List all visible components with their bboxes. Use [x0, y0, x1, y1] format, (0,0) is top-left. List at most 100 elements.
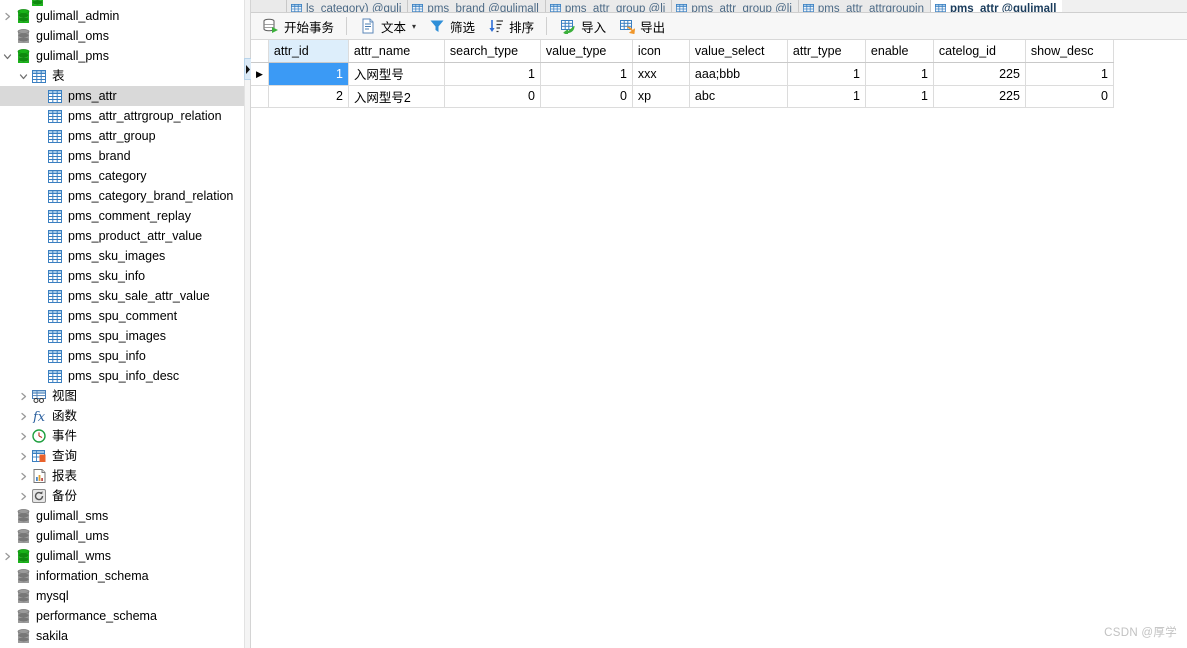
tree-item-performance_schema[interactable]: performance_schema: [0, 606, 244, 626]
tree-item-information_schema[interactable]: information_schema: [0, 566, 244, 586]
editor-tab-strip[interactable]: ls_category) @guli pms_brand @gulimall pms…: [251, 0, 1187, 13]
cell-show_desc[interactable]: 0: [1025, 85, 1114, 108]
tree-item-pms_sku_info[interactable]: pms_sku_info: [0, 266, 244, 286]
text-button[interactable]: 文本 ▾: [353, 14, 422, 38]
cell-value_select[interactable]: abc: [689, 85, 788, 108]
tree-item-视图[interactable]: 视图: [0, 386, 244, 406]
column-header-enable[interactable]: enable: [865, 40, 934, 63]
chevron-down-icon[interactable]: [16, 72, 30, 81]
import-button[interactable]: 导入: [553, 14, 612, 38]
tree-item-gulimall_sms[interactable]: gulimall_sms: [0, 506, 244, 526]
filter-button[interactable]: 筛选: [422, 14, 481, 38]
chevron-right-icon[interactable]: [16, 432, 30, 441]
chevron-right-icon[interactable]: [16, 392, 30, 401]
tab-overflow-control[interactable]: [251, 0, 287, 12]
tab-ls_category-guli[interactable]: ls_category) @guli: [287, 0, 409, 12]
tree-item-pms_spu_info[interactable]: pms_spu_info: [0, 346, 244, 366]
row-indicator[interactable]: ▶: [251, 62, 269, 86]
database-navigation-tree[interactable]: gulimall_admin gulimall_oms gulimall_pms 表 p…: [0, 0, 244, 648]
column-header-attr_name[interactable]: attr_name: [348, 40, 445, 63]
chevron-down-icon[interactable]: ▾: [412, 22, 416, 31]
tree-item-pms_spu_images[interactable]: pms_spu_images: [0, 326, 244, 346]
column-header-value_select[interactable]: value_select: [689, 40, 788, 63]
chevron-right-icon[interactable]: [16, 472, 30, 481]
tree-item-表[interactable]: 表: [0, 66, 244, 86]
cell-catelog_id[interactable]: 225: [933, 85, 1026, 108]
tree-item-label: mysql: [36, 589, 69, 603]
tab-pms_attr_attrgroupin[interactable]: pms_attr_attrgroupin: [798, 0, 931, 12]
chevron-down-icon[interactable]: [0, 52, 14, 61]
tab-pms_attr-gulimall[interactable]: pms_attr @gulimall: [931, 0, 1063, 12]
tab-pms_attr_group-li[interactable]: pms_attr_group @li: [545, 0, 673, 12]
tree-item-pms_attr[interactable]: pms_attr: [0, 86, 244, 106]
chevron-right-icon[interactable]: [16, 412, 30, 421]
tree-item-事件[interactable]: 事件: [0, 426, 244, 446]
cell-enable[interactable]: 1: [865, 62, 934, 86]
chevron-right-icon[interactable]: [0, 12, 14, 21]
column-header-show_desc[interactable]: show_desc: [1025, 40, 1114, 63]
chevron-right-icon[interactable]: [16, 452, 30, 461]
cell-search_type[interactable]: 1: [444, 62, 541, 86]
result-table[interactable]: attr_id attr_name search_type value_type ico…: [251, 40, 1114, 108]
column-header-attr_id[interactable]: attr_id: [268, 40, 349, 63]
cell-search_type[interactable]: 0: [444, 85, 541, 108]
sort-button[interactable]: 排序: [481, 14, 540, 38]
tree-item-gulimall_admin[interactable]: gulimall_admin: [0, 6, 244, 26]
tab-pms_brand-gulimall[interactable]: pms_brand @gulimall: [408, 0, 546, 12]
tree-item-pms_attr_attrgroup_relation[interactable]: pms_attr_attrgroup_relation: [0, 106, 244, 126]
tree-item-查询[interactable]: 查询: [0, 446, 244, 466]
begin-transaction-button[interactable]: 开始事务: [256, 14, 340, 38]
cell-attr_type[interactable]: 1: [787, 62, 866, 86]
cell-show_desc[interactable]: 1: [1025, 62, 1114, 86]
tree-item-gulimall_ums[interactable]: gulimall_ums: [0, 526, 244, 546]
table-row[interactable]: ▶ 1 入网型号 1 1 xxx aaa;bbb 1 1 225 1: [251, 62, 1114, 86]
column-header-catelog_id[interactable]: catelog_id: [933, 40, 1026, 63]
chevron-right-icon[interactable]: [0, 552, 14, 561]
tree-item-pms_comment_replay[interactable]: pms_comment_replay: [0, 206, 244, 226]
tree-item-mysql[interactable]: mysql: [0, 586, 244, 606]
table-body[interactable]: ▶ 1 入网型号 1 1 xxx aaa;bbb 1 1 225 1 2 入网型号2 0 0 xp abc 1 1 2…: [251, 62, 1114, 108]
data-grid[interactable]: attr_id attr_name search_type value_type ico…: [251, 40, 1187, 108]
cell-icon[interactable]: xxx: [632, 62, 690, 86]
tree-item-pms_category[interactable]: pms_category: [0, 166, 244, 186]
grid-toolbar[interactable]: 开始事务 文本 ▾ 筛选 排序 导入 导出: [251, 13, 1187, 40]
tree-item-gulimall_pms[interactable]: gulimall_pms: [0, 46, 244, 66]
row-indicator[interactable]: [251, 85, 269, 108]
tree-item-pms_sku_sale_attr_value[interactable]: pms_sku_sale_attr_value: [0, 286, 244, 306]
cell-value_type[interactable]: 1: [540, 62, 633, 86]
tree-item-pms_brand[interactable]: pms_brand: [0, 146, 244, 166]
column-header-icon[interactable]: icon: [632, 40, 690, 63]
chevron-right-icon[interactable]: [16, 492, 30, 501]
svg-text:fx: fx: [32, 410, 46, 423]
tree-item-pms_category_brand_relation[interactable]: pms_category_brand_relation: [0, 186, 244, 206]
cell-attr_id[interactable]: 1: [268, 62, 349, 86]
pane-splitter[interactable]: [244, 0, 252, 648]
tree-item-sakila[interactable]: sakila: [0, 626, 244, 646]
tree-item-pms_attr_group[interactable]: pms_attr_group: [0, 126, 244, 146]
tree-item-pms_sku_images[interactable]: pms_sku_images: [0, 246, 244, 266]
tree-item-pms_product_attr_value[interactable]: pms_product_attr_value: [0, 226, 244, 246]
export-button[interactable]: 导出: [612, 14, 671, 38]
column-header-value_type[interactable]: value_type: [540, 40, 633, 63]
cell-icon[interactable]: xp: [632, 85, 690, 108]
tree-item-gulimall_wms[interactable]: gulimall_wms: [0, 546, 244, 566]
tree-item-报表[interactable]: 报表: [0, 466, 244, 486]
tree-item-label: information_schema: [36, 569, 149, 583]
table-row[interactable]: 2 入网型号2 0 0 xp abc 1 1 225 0: [251, 85, 1114, 108]
tree-item-备份[interactable]: 备份: [0, 486, 244, 506]
tree-item-函数[interactable]: fx 函数: [0, 406, 244, 426]
cell-value_type[interactable]: 0: [540, 85, 633, 108]
column-header-search_type[interactable]: search_type: [444, 40, 541, 63]
cell-enable[interactable]: 1: [865, 85, 934, 108]
cell-attr_name[interactable]: 入网型号2: [348, 85, 445, 108]
cell-attr_id[interactable]: 2: [268, 85, 349, 108]
cell-catelog_id[interactable]: 225: [933, 62, 1026, 86]
cell-value_select[interactable]: aaa;bbb: [689, 62, 788, 86]
cell-attr_name[interactable]: 入网型号: [348, 62, 445, 86]
column-header-attr_type[interactable]: attr_type: [787, 40, 866, 63]
tab-pms_attr_group-li[interactable]: pms_attr_group @li: [672, 0, 799, 12]
cell-attr_type[interactable]: 1: [787, 85, 866, 108]
tree-item-pms_spu_comment[interactable]: pms_spu_comment: [0, 306, 244, 326]
tree-item-gulimall_oms[interactable]: gulimall_oms: [0, 26, 244, 46]
tree-item-pms_spu_info_desc[interactable]: pms_spu_info_desc: [0, 366, 244, 386]
